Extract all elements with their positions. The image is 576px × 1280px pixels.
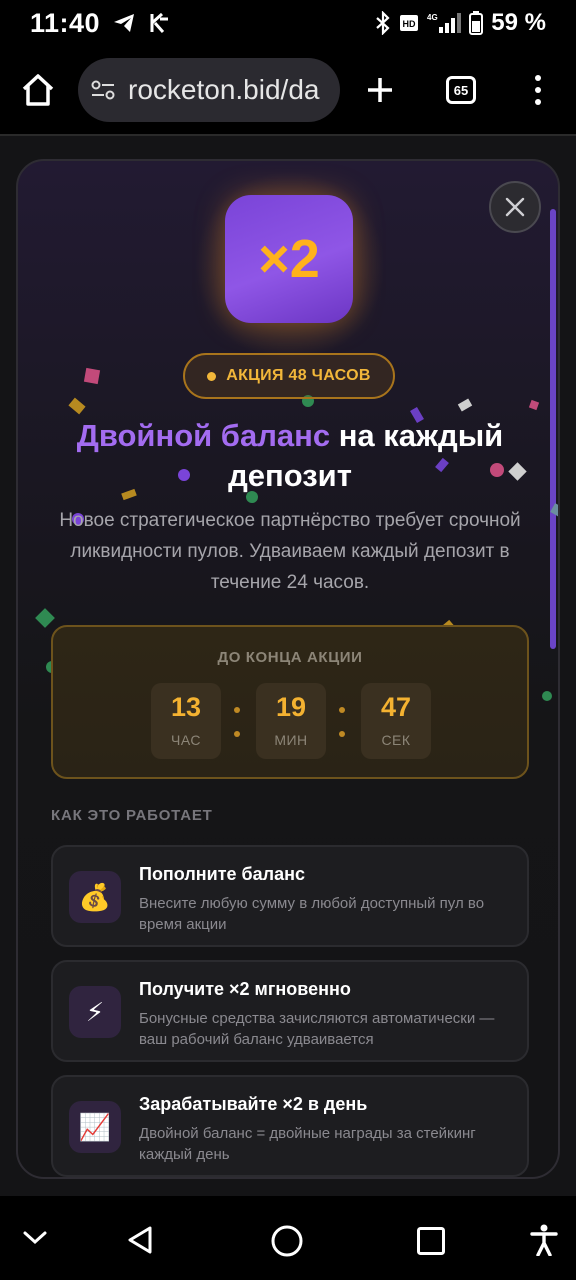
- countdown-minutes: 19 МИН: [256, 683, 326, 759]
- promo-modal: ×2 АКЦИЯ 48 ЧАСОВ Двойной баланс на кажд…: [16, 159, 560, 1179]
- chevron-down-icon[interactable]: [22, 1226, 48, 1253]
- accessibility-icon[interactable]: [530, 1224, 558, 1261]
- step-card: 💰 Пополните баланс Внесите любую сумму в…: [51, 845, 529, 947]
- modal-scrollbar[interactable]: [550, 209, 556, 649]
- x2-badge: ×2: [225, 195, 353, 323]
- step-title: Пополните баланс: [139, 864, 306, 884]
- minutes-value: 19: [275, 692, 307, 722]
- browser-toolbar: rocketon.bid/da 65: [0, 46, 576, 134]
- home-icon[interactable]: [18, 70, 58, 110]
- lightning-icon: ⚡: [69, 986, 121, 1038]
- how-it-works-title: КАК ЭТО РАБОТАЕТ: [51, 807, 213, 824]
- headline: Двойной баланс на каждый депозит: [38, 416, 542, 496]
- signal-icon: 4G: [427, 11, 462, 35]
- home-circle-icon[interactable]: [270, 1224, 304, 1263]
- step-description: Бонусные средства зачисляются автоматиче…: [139, 1010, 495, 1048]
- svg-text:HD: HD: [403, 19, 416, 29]
- battery-percent: 59 %: [491, 9, 546, 36]
- site-settings-icon[interactable]: [90, 77, 116, 103]
- promo-description: Новое стратегическое партнёрство требует…: [59, 510, 521, 593]
- more-menu-icon[interactable]: [526, 70, 550, 110]
- confetti-piece: [457, 398, 473, 412]
- promo-label: АКЦИЯ 48 ЧАСОВ: [226, 367, 371, 384]
- page-content[interactable]: ×2 АКЦИЯ 48 ЧАСОВ Двойной баланс на кажд…: [0, 136, 576, 1196]
- kuna-icon: [148, 11, 172, 35]
- telegram-icon: [112, 12, 136, 34]
- step-description: Внесите любую сумму в любой доступный пу…: [139, 895, 485, 933]
- battery-icon: [469, 11, 484, 35]
- close-button[interactable]: [489, 181, 541, 233]
- countdown-seconds: 47 СЕК: [361, 683, 431, 759]
- countdown-separator: [233, 707, 241, 737]
- recents-icon[interactable]: [416, 1226, 446, 1261]
- countdown-separator: [338, 707, 346, 737]
- address-bar[interactable]: rocketon.bid/da: [78, 58, 340, 122]
- chart-up-icon: 📈: [69, 1101, 121, 1153]
- system-nav-bar: [0, 1196, 576, 1280]
- countdown-panel: ДО КОНЦА АКЦИИ 13 ЧАС 19 МИН 47 СЕК: [51, 625, 529, 779]
- tab-count: 65: [453, 82, 469, 98]
- money-bag-icon: 💰: [69, 871, 121, 923]
- headline-accent: Двойной баланс: [76, 418, 331, 453]
- confetti-piece: [68, 397, 86, 415]
- countdown-hours: 13 ЧАС: [151, 683, 221, 759]
- hours-value: 13: [170, 692, 202, 722]
- new-tab-icon[interactable]: [360, 70, 400, 110]
- promo-dot: [207, 371, 217, 381]
- status-bar: 11:40 HD 4G 59 %: [0, 0, 576, 46]
- step-card: 📈 Зарабатывайте ×2 в день Двойной баланс…: [51, 1075, 529, 1177]
- seconds-value: 47: [380, 692, 412, 722]
- seconds-label: СЕК: [381, 732, 411, 748]
- hd-icon: HD: [399, 13, 419, 33]
- promo-pill: АКЦИЯ 48 ЧАСОВ: [183, 353, 395, 399]
- bluetooth-icon: [375, 11, 391, 35]
- confetti-piece: [542, 691, 552, 701]
- countdown-title: ДО КОНЦА АКЦИИ: [217, 649, 363, 666]
- status-time: 11:40: [30, 7, 101, 38]
- hours-label: ЧАС: [171, 732, 201, 748]
- confetti-piece: [528, 399, 540, 411]
- step-description: Двойной баланс = двойные награды за стей…: [139, 1125, 476, 1163]
- close-icon: [505, 197, 525, 217]
- step-card: ⚡ Получите ×2 мгновенно Бонусные средств…: [51, 960, 529, 1062]
- tabs-icon[interactable]: 65: [446, 76, 476, 104]
- back-icon[interactable]: [124, 1224, 156, 1261]
- network-type: 4G: [427, 13, 438, 22]
- confetti-piece: [35, 608, 55, 628]
- url-text[interactable]: rocketon.bid/da: [128, 74, 319, 106]
- minutes-label: МИН: [274, 732, 308, 748]
- step-title: Получите ×2 мгновенно: [139, 979, 351, 999]
- confetti-piece: [83, 367, 101, 385]
- step-title: Зарабатывайте ×2 в день: [139, 1094, 368, 1114]
